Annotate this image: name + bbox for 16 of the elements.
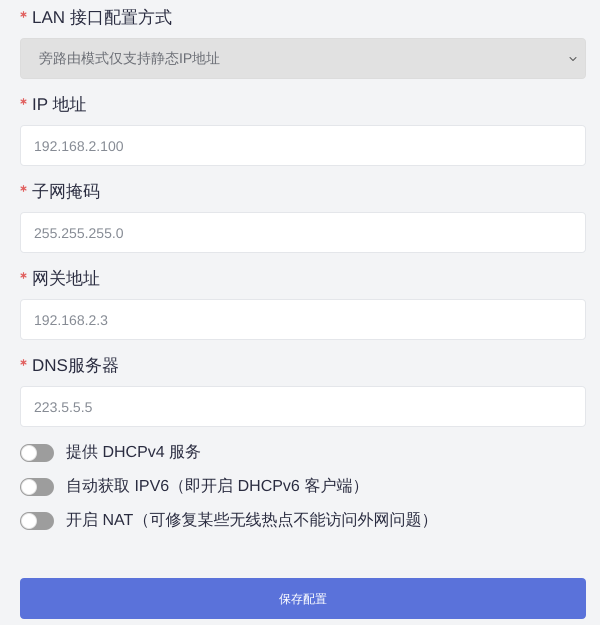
toggle-label: 提供 DHCPv4 服务 <box>66 443 202 463</box>
field-label: LAN 接口配置方式 <box>32 7 172 29</box>
field-label: DNS服务器 <box>32 355 119 377</box>
toggle-label: 自动获取 IPV6（即开启 DHCPv6 客户端） <box>66 476 368 497</box>
field-label: IP 地址 <box>32 94 86 116</box>
input-field[interactable]: 192.168.2.3 <box>20 299 586 340</box>
input-field[interactable]: 192.168.2.100 <box>20 125 586 166</box>
save-button[interactable]: 保存配置 <box>20 578 586 619</box>
toggle-switch[interactable] <box>20 444 54 462</box>
field-label: 子网掩码 <box>32 181 100 203</box>
input-field[interactable]: 223.5.5.5 <box>20 386 586 427</box>
field-label: 网关地址 <box>32 268 100 290</box>
toggle-switch[interactable] <box>20 512 54 530</box>
toggle-label: 开启 NAT（可修复某些无线热点不能访问外网问题） <box>66 510 438 531</box>
toggle-switch[interactable] <box>20 478 54 496</box>
input-field[interactable]: 255.255.255.0 <box>20 212 586 253</box>
